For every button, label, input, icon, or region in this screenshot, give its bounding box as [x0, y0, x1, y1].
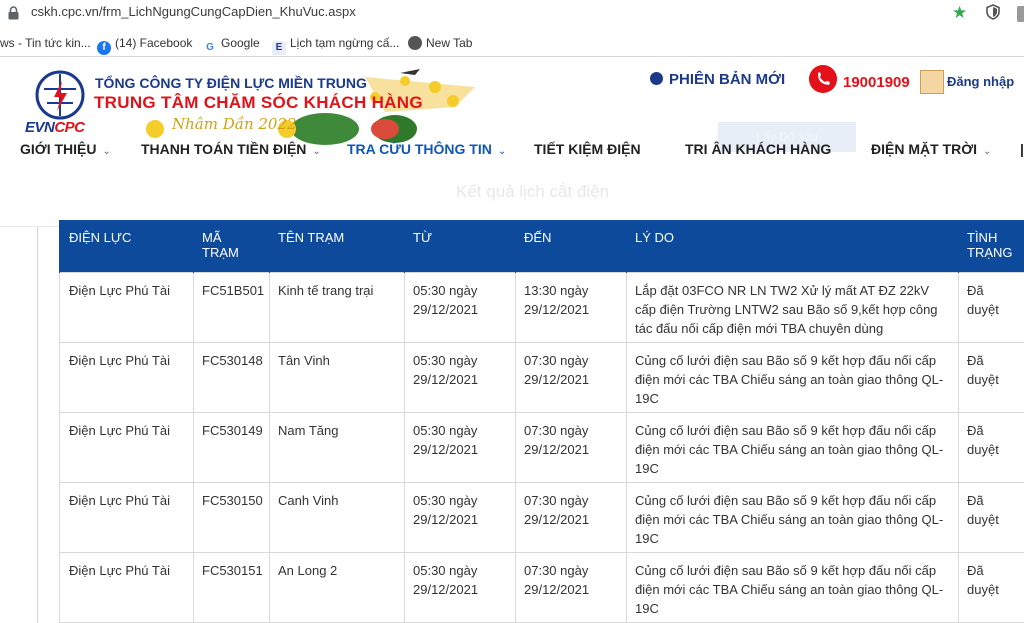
table-row: Điện Lực Phú Tài FC530151 An Long 2 05:3…	[59, 552, 1024, 623]
column-header: TÌNH TRẠNG	[958, 220, 1024, 273]
cell-den: 07:30 ngày 29/12/2021	[515, 412, 627, 483]
cell-ly-do: Củng cố lưới điện sau Bão số 9 kết hợp đ…	[626, 342, 959, 413]
main-nav: GIỚI THIỆU ⌄ THANH TOÁN TIỀN ĐIỆN ⌄ TRA CỨ…	[0, 141, 1024, 163]
cell-tu: 05:30 ngày 29/12/2021	[404, 412, 516, 483]
bookmark-new-tab[interactable]: New Tab	[408, 36, 472, 50]
outage-schedule-table: ĐIỆN LỰC MÃ TRẠM TÊN TRẠM TỪ ĐẾN LÝ DO T…	[59, 220, 1024, 623]
phone-icon[interactable]	[809, 65, 837, 93]
cell-ly-do: Củng cố lưới điện sau Bão số 9 kết hợp đ…	[626, 552, 959, 623]
cell-ten-tram: Tân Vinh	[269, 342, 405, 413]
bookmark-facebook[interactable]: f (14) Facebook	[97, 36, 192, 55]
facebook-icon: f	[97, 41, 111, 55]
globe-icon	[650, 72, 663, 85]
cell-tinh-trang: Đã duyệt	[958, 412, 1024, 483]
login-link[interactable]: Đăng nhập	[947, 74, 1014, 89]
column-header: TỪ	[404, 220, 516, 273]
cell-ten-tram: Canh Vinh	[269, 482, 405, 553]
url-text[interactable]: cskh.cpc.vn/frm_LichNgungCungCapDien_Khu…	[31, 4, 356, 19]
hotline-number[interactable]: 19001909	[843, 74, 910, 91]
site-header: EVNCPC TỔNG CÔNG TY ĐIỆN LỰC MIỀN TRUNG …	[0, 57, 1024, 227]
org-name-line2: TRUNG TÂM CHĂM SÓC KHÁCH HÀNG	[94, 93, 423, 112]
user-avatar-icon[interactable]	[920, 70, 944, 94]
evn-logo-icon[interactable]	[34, 69, 86, 121]
org-name-line1: TỔNG CÔNG TY ĐIỆN LỰC MIỀN TRUNG	[95, 75, 367, 91]
cell-den: 07:30 ngày 29/12/2021	[515, 342, 627, 413]
cell-dien-luc: Điện Lực Phú Tài	[59, 272, 194, 343]
cell-ma-tram: FC530150	[193, 482, 270, 553]
cell-tinh-trang: Đã duyệt	[958, 482, 1024, 553]
column-header: ĐẾN	[515, 220, 627, 273]
cell-ten-tram: Kinh tế trang trại	[269, 272, 405, 343]
cell-ly-do: Củng cố lưới điện sau Bão số 9 kết hợp đ…	[626, 482, 959, 553]
cell-dien-luc: Điện Lực Phú Tài	[59, 342, 194, 413]
nav-tra-cuu[interactable]: TRA CỨU THÔNG TIN ⌄	[347, 141, 506, 157]
cell-tu: 05:30 ngày 29/12/2021	[404, 342, 516, 413]
cell-tu: 05:30 ngày 29/12/2021	[404, 552, 516, 623]
column-header: LÝ DO	[626, 220, 959, 273]
cell-dien-luc: Điện Lực Phú Tài	[59, 482, 194, 553]
column-header: TÊN TRẠM	[269, 220, 405, 273]
chevron-down-icon: ⌄	[497, 146, 507, 157]
cell-den: 13:30 ngày 29/12/2021	[515, 272, 627, 343]
nav-tiet-kiem[interactable]: TIẾT KIỆM ĐIỆN	[534, 141, 641, 157]
cell-ma-tram: FC51B501	[193, 272, 270, 343]
cell-den: 07:30 ngày 29/12/2021	[515, 482, 627, 553]
chevron-down-icon: ⌄	[312, 146, 321, 157]
new-version-link[interactable]: PHIÊN BẢN MỚI	[650, 71, 785, 88]
cell-dien-luc: Điện Lực Phú Tài	[59, 412, 194, 483]
cell-ly-do: Củng cố lưới điện sau Bão số 9 kết hợp đ…	[626, 412, 959, 483]
bookmarks-bar: ws - Tin tức kin... f (14) Facebook G Goog…	[0, 30, 1024, 57]
cell-ma-tram: FC530151	[193, 552, 270, 623]
tet-greeting-text: Nhâm Dần 2022	[172, 115, 297, 133]
table-row: Điện Lực Phú Tài FC51B501 Kinh tế trang …	[59, 272, 1024, 343]
chevron-down-icon: ⌄	[102, 146, 111, 157]
bookmark-google[interactable]: G Google	[203, 36, 260, 55]
nav-overflow-item[interactable]: |	[1020, 141, 1024, 157]
nav-gioi-thieu[interactable]: GIỚI THIỆU ⌄	[20, 141, 111, 157]
table-header-row: ĐIỆN LỰC MÃ TRẠM TÊN TRẠM TỪ ĐẾN LÝ DO T…	[59, 220, 1024, 273]
cell-den: 07:30 ngày 29/12/2021	[515, 552, 627, 623]
cell-dien-luc: Điện Lực Phú Tài	[59, 552, 194, 623]
address-bar[interactable]: cskh.cpc.vn/frm_LichNgungCungCapDien_Khu…	[0, 0, 1024, 28]
evn-favicon-icon: E	[272, 41, 286, 55]
nav-tri-an[interactable]: TRI ÂN KHÁCH HÀNG	[685, 141, 831, 157]
google-icon: G	[203, 41, 217, 55]
bookmark-lich-tam-ngung[interactable]: E Lịch tạm ngừng cấ...	[272, 36, 399, 55]
column-header: ĐIỆN LỰC	[59, 220, 194, 273]
evn-logo-text: EVNCPC	[25, 119, 85, 136]
cell-ma-tram: FC530148	[193, 342, 270, 413]
chevron-down-icon: ⌄	[983, 146, 992, 157]
result-title: Kết quả lịch cắt điện	[456, 182, 610, 201]
cell-ten-tram: Nam Tăng	[269, 412, 405, 483]
nav-dien-mat-troi[interactable]: ĐIỆN MẶT TRỜI ⌄	[871, 141, 991, 157]
bookmark-news[interactable]: ws - Tin tức kin...	[0, 36, 91, 50]
cell-tinh-trang: Đã duyệt	[958, 272, 1024, 343]
table-row: Điện Lực Phú Tài FC530150 Canh Vinh 05:3…	[59, 482, 1024, 553]
cell-tu: 05:30 ngày 29/12/2021	[404, 272, 516, 343]
nav-thanh-toan[interactable]: THANH TOÁN TIỀN ĐIỆN ⌄	[141, 141, 321, 157]
shield-icon[interactable]	[986, 4, 1000, 20]
extension-icon[interactable]	[1017, 6, 1024, 22]
cell-tinh-trang: Đã duyệt	[958, 552, 1024, 623]
cell-ma-tram: FC530149	[193, 412, 270, 483]
table-row: Điện Lực Phú Tài FC530148 Tân Vinh 05:30…	[59, 342, 1024, 413]
table-row: Điện Lực Phú Tài FC530149 Nam Tăng 05:30…	[59, 412, 1024, 483]
cell-ten-tram: An Long 2	[269, 552, 405, 623]
bookmark-star-icon[interactable]: ★	[952, 3, 967, 23]
lock-icon[interactable]	[8, 6, 19, 20]
content-border	[37, 227, 38, 623]
column-header: MÃ TRẠM	[193, 220, 270, 273]
cell-tinh-trang: Đã duyệt	[958, 342, 1024, 413]
globe-icon	[408, 36, 422, 50]
cell-ly-do: Lắp đặt 03FCO NR LN TW2 Xử lý mất AT ĐZ …	[626, 272, 959, 343]
cell-tu: 05:30 ngày 29/12/2021	[404, 482, 516, 553]
